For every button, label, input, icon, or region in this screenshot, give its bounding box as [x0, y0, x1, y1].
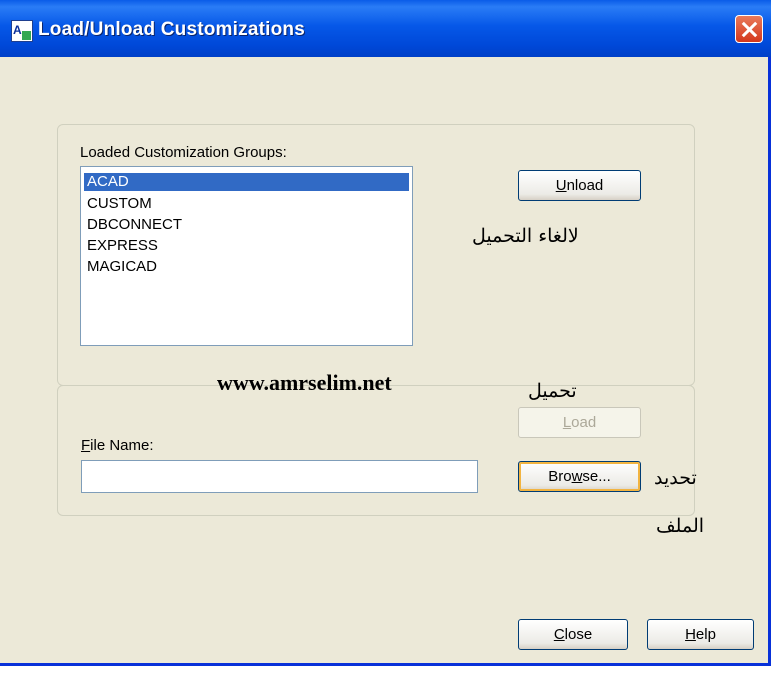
title-bar[interactable]: A Load/Unload Customizations [0, 0, 771, 57]
unload-annotation: لالغاء التحميل [472, 225, 579, 247]
help-button[interactable]: Help [647, 619, 754, 650]
customization-groups-list[interactable]: ACAD CUSTOM DBCONNECT EXPRESS MAGICAD [80, 166, 413, 346]
unload-button[interactable]: Unload [518, 170, 641, 201]
load-unload-dialog: A Load/Unload Customizations Loaded Cust… [0, 0, 771, 666]
load-annotation: تحميل [528, 380, 577, 402]
browse-annotation-line2: الملف [656, 515, 705, 537]
file-name-field[interactable] [81, 460, 478, 493]
list-item[interactable]: EXPRESS [84, 237, 409, 255]
file-name-label: File Name: [81, 437, 154, 454]
list-item[interactable]: DBCONNECT [84, 216, 409, 234]
close-button[interactable]: Close [518, 619, 628, 650]
load-button[interactable]: Load [518, 407, 641, 438]
close-window-button[interactable] [735, 15, 763, 43]
groups-label: Loaded Customization Groups: [80, 144, 287, 161]
autocad-icon: A [11, 20, 33, 42]
watermark-text: www.amrselim.net [217, 370, 392, 395]
list-item[interactable]: CUSTOM [84, 195, 409, 213]
browse-button[interactable]: Browse... [518, 461, 641, 492]
window-title: Load/Unload Customizations [38, 19, 305, 40]
browse-annotation-line1: تحديد [654, 467, 697, 489]
list-item[interactable]: ACAD [84, 173, 409, 191]
list-item[interactable]: MAGICAD [84, 258, 409, 276]
